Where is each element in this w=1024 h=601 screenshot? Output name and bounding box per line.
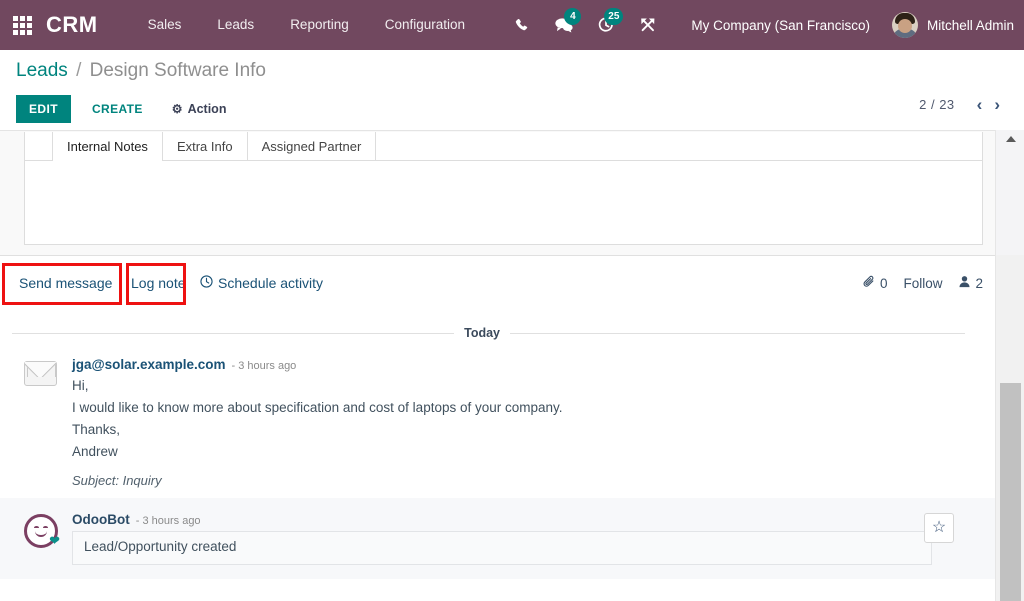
gear-icon: ⚙	[172, 102, 183, 116]
messages-badge: 4	[564, 8, 581, 25]
breadcrumb-leads-link[interactable]: Leads	[16, 60, 68, 81]
scrollbar-shade	[996, 130, 1024, 255]
activities-badge: 25	[604, 8, 623, 25]
page-title: Design Software Info	[90, 60, 266, 81]
developer-tools-icon[interactable]	[627, 0, 669, 50]
mark-as-todo-button[interactable]: ☆	[924, 513, 954, 543]
message-avatar: ❤	[24, 512, 58, 565]
message-line: Thanks,	[72, 419, 981, 441]
internal-notes-field[interactable]	[25, 161, 982, 244]
menu-item-configuration[interactable]: Configuration	[367, 0, 483, 50]
pager-next-button[interactable]: ›	[988, 96, 1006, 113]
message-timestamp: - 3 hours ago	[136, 515, 201, 527]
message-avatar	[24, 357, 58, 488]
pager-previous-button[interactable]: ‹	[971, 96, 989, 113]
form-sheet: Internal Notes Extra Info Assigned Partn…	[24, 132, 983, 245]
messages-icon[interactable]: 4	[543, 0, 585, 50]
record-pager: 2 / 23 ‹ ›	[919, 96, 1006, 113]
heart-icon: ❤	[49, 534, 60, 547]
follow-button[interactable]: Follow	[903, 276, 942, 291]
breadcrumb-separator: /	[73, 60, 84, 81]
date-separator: Today	[12, 323, 965, 343]
message-author[interactable]: jga@solar.example.com	[72, 357, 225, 372]
send-message-button[interactable]: Send message	[19, 275, 112, 291]
notebook-tabs: Internal Notes Extra Info Assigned Partn…	[25, 132, 982, 161]
message-text: Lead/Opportunity created	[72, 531, 932, 565]
user-name: Mitchell Admin	[927, 18, 1014, 33]
follower-count: 2	[975, 276, 983, 291]
attachment-count: 0	[880, 276, 888, 291]
user-menu[interactable]: Mitchell Admin	[886, 12, 1014, 38]
message-body: OdooBot - 3 hours ago Lead/Opportunity c…	[72, 512, 981, 565]
message-line: Hi,	[72, 375, 981, 397]
menu-item-reporting[interactable]: Reporting	[272, 0, 367, 50]
scroll-up-arrow[interactable]	[996, 130, 1024, 148]
pager-count: 2 / 23	[919, 97, 955, 112]
message-timestamp: - 3 hours ago	[231, 360, 296, 372]
company-switcher[interactable]: My Company (San Francisco)	[669, 18, 886, 33]
activities-clock-icon[interactable]: 25	[585, 0, 627, 50]
message-item: ❤ OdooBot - 3 hours ago Lead/Opportunity…	[0, 498, 995, 579]
breadcrumb: Leads / Design Software Info	[16, 60, 266, 82]
tab-stub-cell	[25, 132, 53, 161]
message-author[interactable]: OdooBot	[72, 512, 130, 527]
apps-menu-button[interactable]	[0, 0, 44, 50]
menu-item-leads[interactable]: Leads	[199, 0, 272, 50]
schedule-activity-button[interactable]: Schedule activity	[200, 275, 323, 291]
chatter-right-tools: 0 Follow 2	[863, 275, 983, 291]
avatar	[892, 12, 918, 38]
attachment-count-button[interactable]: 0	[863, 275, 888, 291]
star-icon: ☆	[932, 520, 946, 536]
phone-icon[interactable]	[501, 0, 543, 50]
create-button[interactable]: CREATE	[81, 95, 154, 123]
tab-internal-notes[interactable]: Internal Notes	[53, 132, 163, 160]
message-header: jga@solar.example.com - 3 hours ago	[72, 357, 981, 372]
message-line: Andrew	[72, 441, 981, 463]
action-menu-label: Action	[188, 102, 227, 116]
vertical-scrollbar[interactable]	[995, 130, 1024, 601]
message-body: jga@solar.example.com - 3 hours ago Hi, …	[72, 357, 981, 488]
date-separator-label: Today	[454, 323, 510, 343]
envelope-icon	[24, 361, 57, 386]
grid-apps-icon	[13, 16, 32, 35]
scrollbar-thumb[interactable]	[1000, 383, 1021, 601]
message-line: I would like to know more about specific…	[72, 397, 981, 419]
main-menu: Sales Leads Reporting Configuration	[130, 0, 483, 50]
control-panel: Leads / Design Software Info EDIT CREATE…	[0, 50, 1024, 130]
action-menu-button[interactable]: ⚙ Action	[162, 95, 237, 123]
tab-assigned-partner[interactable]: Assigned Partner	[248, 132, 377, 160]
paperclip-icon	[863, 275, 876, 291]
followers-button[interactable]: 2	[958, 275, 983, 291]
chatter: Send message Log note Schedule activity	[0, 255, 995, 579]
form-sheet-area: Internal Notes Extra Info Assigned Partn…	[0, 130, 995, 255]
odoobot-smiley-icon: ❤	[24, 514, 58, 548]
log-note-button[interactable]: Log note	[131, 275, 186, 291]
menu-item-sales[interactable]: Sales	[130, 0, 200, 50]
tab-extra-info[interactable]: Extra Info	[163, 132, 248, 160]
message-item: jga@solar.example.com - 3 hours ago Hi, …	[0, 343, 995, 488]
navbar-systray: 4 25 My Company (San Francisco) Mitchell…	[501, 0, 1024, 50]
schedule-activity-label: Schedule activity	[218, 275, 323, 291]
user-icon	[958, 275, 971, 291]
message-subject: Subject: Inquiry	[72, 473, 981, 488]
control-panel-buttons: EDIT CREATE ⚙ Action	[16, 95, 236, 123]
app-brand-crm[interactable]: CRM	[44, 12, 104, 38]
message-text: Hi, I would like to know more about spec…	[72, 375, 981, 463]
clock-icon	[200, 275, 213, 291]
top-navbar: CRM Sales Leads Reporting Configuration …	[0, 0, 1024, 50]
message-header: OdooBot - 3 hours ago	[72, 512, 981, 527]
chatter-toolbar: Send message Log note Schedule activity	[0, 255, 995, 311]
edit-button[interactable]: EDIT	[16, 95, 71, 123]
